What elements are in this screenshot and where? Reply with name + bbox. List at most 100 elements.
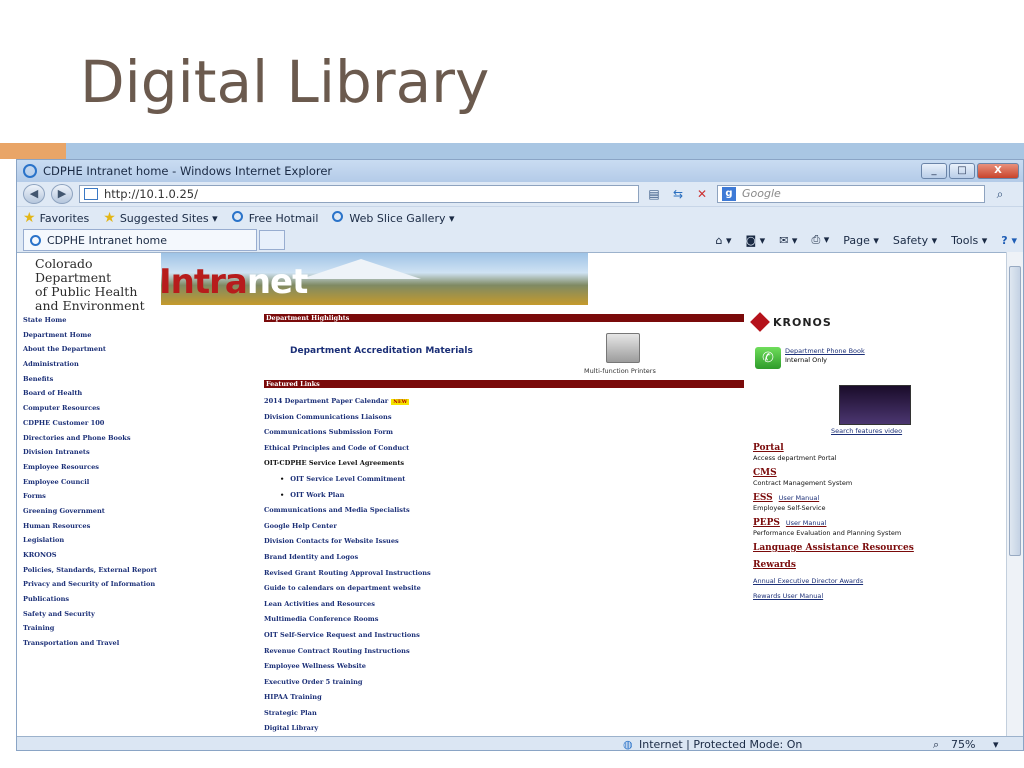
nav-item[interactable]: Training	[23, 621, 243, 636]
vertical-scrollbar[interactable]	[1006, 252, 1023, 736]
featured-link[interactable]: Executive Order 5 training	[264, 675, 744, 691]
zoom-icon: ⌕	[933, 738, 940, 751]
stop-icon[interactable]: ✕	[693, 185, 711, 203]
nav-item[interactable]: Safety and Security	[23, 607, 243, 622]
featured-link[interactable]: Revised Grant Routing Approval Instructi…	[264, 566, 744, 582]
nav-item[interactable]: Forms	[23, 489, 243, 504]
tools-menu[interactable]: Tools ▾	[951, 234, 987, 247]
featured-link[interactable]: Communications and Media Specialists	[264, 503, 744, 519]
printer-icon[interactable]	[606, 333, 640, 363]
featured-sublink[interactable]: OIT Work Plan	[264, 488, 744, 504]
nav-item[interactable]: Benefits	[23, 372, 243, 387]
nav-item[interactable]: State Home	[23, 313, 243, 328]
featured-link[interactable]: Strategic Plan	[264, 706, 744, 722]
ess-link[interactable]: ESS User Manual	[753, 493, 1003, 504]
new-tab-button[interactable]	[259, 230, 285, 250]
nav-item[interactable]: Administration	[23, 357, 243, 372]
star-icon: ★	[23, 209, 36, 226]
search-icon[interactable]: ⌕	[991, 185, 1009, 203]
featured-link[interactable]: Ethical Principles and Code of Conduct	[264, 441, 744, 457]
nav-item[interactable]: About the Department	[23, 342, 243, 357]
featured-link[interactable]: Division Contacts for Website Issues	[264, 534, 744, 550]
suggested-sites-link[interactable]: ★ Suggested Sites ▾	[103, 210, 217, 226]
address-bar[interactable]: http://10.1.0.25/	[79, 185, 639, 203]
cms-link[interactable]: CMS	[753, 468, 1003, 479]
highlights-header: Department Highlights	[264, 314, 744, 322]
rewards-link[interactable]: Rewards	[753, 560, 1003, 571]
language-assistance-link[interactable]: Language Assistance Resources	[753, 543, 1003, 554]
nav-item[interactable]: Employee Resources	[23, 460, 243, 475]
forward-button[interactable]: ▶	[51, 184, 73, 204]
featured-links-section: Featured Links	[264, 380, 744, 388]
digital-library-link[interactable]: Digital Library	[264, 721, 744, 736]
back-button[interactable]: ◀	[23, 184, 45, 204]
nav-item[interactable]: Computer Resources	[23, 401, 243, 416]
kronos-logo[interactable]: KRONOS	[750, 312, 1003, 332]
search-input[interactable]: g Google	[717, 185, 985, 203]
nav-item[interactable]: KRONOS	[23, 548, 243, 563]
featured-link[interactable]: Guide to calendars on department website	[264, 581, 744, 597]
portal-link[interactable]: Portal	[753, 443, 1003, 454]
print-icon[interactable]: ⎙ ▾	[811, 233, 829, 247]
peps-desc: Performance Evaluation and Planning Syst…	[753, 529, 902, 537]
peps-link[interactable]: PEPS User Manual	[753, 518, 1003, 529]
page-menu[interactable]: Page ▾	[843, 234, 879, 247]
home-icon[interactable]: ⌂ ▾	[715, 234, 731, 247]
awards-link[interactable]: Annual Executive Director Awards	[753, 577, 1003, 585]
nav-item[interactable]: Board of Health	[23, 386, 243, 401]
zoom-level[interactable]: 75%	[951, 738, 975, 750]
favorites-button[interactable]: ★ Favorites	[23, 210, 89, 226]
feeds-icon[interactable]: ◙ ▾	[745, 234, 765, 247]
featured-link[interactable]: 2014 Department Paper Calendar NEW	[264, 394, 744, 410]
nav-item[interactable]: Division Intranets	[23, 445, 243, 460]
nav-item[interactable]: CDPHE Customer 100	[23, 416, 243, 431]
featured-link[interactable]: Google Help Center	[264, 519, 744, 535]
minimize-button[interactable]: _	[921, 163, 947, 179]
intranet-banner[interactable]: Colorado Department of Public Health and…	[21, 253, 588, 313]
nav-item[interactable]: Privacy and Security of Information	[23, 577, 243, 592]
peps-manual-link[interactable]: User Manual	[786, 519, 827, 527]
scrollbar-thumb[interactable]	[1009, 266, 1021, 556]
featured-link[interactable]: Revenue Contract Routing Instructions	[264, 644, 744, 660]
tab-cdphe-intranet-home[interactable]: CDPHE Intranet home	[23, 229, 257, 251]
nav-item[interactable]: Greening Government	[23, 504, 243, 519]
featured-link[interactable]: Multimedia Conference Rooms	[264, 612, 744, 628]
zoom-dropdown-icon[interactable]: ▾	[993, 738, 999, 750]
featured-link[interactable]: Brand Identity and Logos	[264, 550, 744, 566]
compat-view-icon[interactable]: ▤	[645, 185, 663, 203]
video-caption-link[interactable]: Search features video	[831, 427, 902, 435]
nav-item[interactable]: Publications	[23, 592, 243, 607]
video-thumbnail[interactable]	[839, 385, 911, 425]
free-hotmail-link[interactable]: Free Hotmail	[231, 210, 318, 225]
nav-item[interactable]: Transportation and Travel	[23, 636, 243, 651]
phone-icon[interactable]: ✆	[755, 347, 781, 369]
phone-book-link[interactable]: Department Phone Book	[785, 347, 865, 356]
maximize-button[interactable]: □	[949, 163, 975, 179]
web-slice-gallery-link[interactable]: Web Slice Gallery ▾	[332, 210, 455, 225]
nav-item[interactable]: Legislation	[23, 533, 243, 548]
featured-sublink[interactable]: OIT Service Level Commitment	[264, 472, 744, 488]
nav-item[interactable]: Policies, Standards, External Report	[23, 563, 243, 578]
featured-link[interactable]: Lean Activities and Resources	[264, 597, 744, 613]
ess-manual-link[interactable]: User Manual	[779, 494, 820, 502]
nav-item[interactable]: Directories and Phone Books	[23, 431, 243, 446]
zone-status[interactable]: Internet | Protected Mode: On	[639, 738, 802, 750]
featured-link[interactable]: Communications Submission Form	[264, 425, 744, 441]
rewards-manual-link[interactable]: Rewards User Manual	[753, 592, 1003, 600]
safety-menu[interactable]: Safety ▾	[893, 234, 937, 247]
accreditation-link[interactable]: Department Accreditation Materials	[290, 346, 473, 356]
featured-link[interactable]: Division Communications Liaisons	[264, 410, 744, 426]
printer-caption[interactable]: Multi-function Printers	[584, 367, 656, 375]
main-column: Department Highlights Department Accredi…	[264, 314, 744, 732]
nav-item[interactable]: Human Resources	[23, 519, 243, 534]
refresh-icon[interactable]: ⇆	[669, 185, 687, 203]
featured-link[interactable]: HIPAA Training	[264, 690, 744, 706]
mail-icon[interactable]: ✉ ▾	[779, 234, 797, 247]
featured-link[interactable]: OIT Self-Service Request and Instruction…	[264, 628, 744, 644]
address-row: ◀ ▶ http://10.1.0.25/ ▤ ⇆ ✕ g Google ⌕	[17, 182, 1023, 206]
featured-link[interactable]: Employee Wellness Website	[264, 659, 744, 675]
close-button[interactable]: X	[977, 163, 1019, 179]
nav-item[interactable]: Employee Council	[23, 475, 243, 490]
help-menu[interactable]: ? ▾	[1001, 234, 1017, 247]
nav-item[interactable]: Department Home	[23, 328, 243, 343]
